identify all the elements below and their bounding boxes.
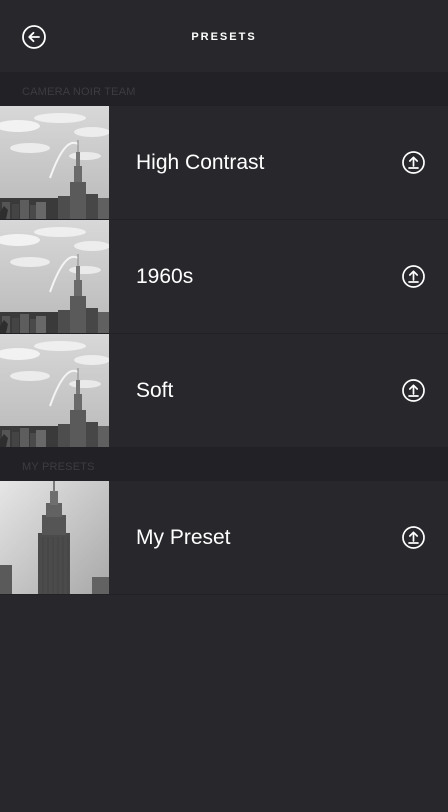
upload-circle-icon	[402, 526, 425, 549]
upload-preset-button[interactable]	[401, 264, 426, 289]
presets-screen: PRESETS CAMERA NOIR TEAM High Contrast 1…	[0, 0, 448, 812]
preset-row-high-contrast[interactable]: High Contrast	[0, 106, 448, 220]
preset-row-1960s[interactable]: 1960s	[0, 220, 448, 334]
preset-thumbnail	[0, 481, 109, 594]
upload-circle-icon	[402, 379, 425, 402]
upload-preset-button[interactable]	[401, 150, 426, 175]
section-header-my-presets: MY PRESETS	[0, 448, 448, 481]
section-header-team: CAMERA NOIR TEAM	[0, 73, 448, 106]
preset-row-soft[interactable]: Soft	[0, 334, 448, 448]
preset-thumbnail	[0, 220, 109, 333]
preset-label: Soft	[136, 379, 174, 402]
preset-label: 1960s	[136, 265, 194, 288]
page-title: PRESETS	[191, 31, 257, 43]
upload-preset-button[interactable]	[401, 378, 426, 403]
preset-label: My Preset	[136, 526, 231, 549]
top-bar: PRESETS	[0, 0, 448, 73]
preset-thumbnail	[0, 106, 109, 219]
preset-label: High Contrast	[136, 151, 265, 174]
preset-row-my-preset[interactable]: My Preset	[0, 481, 448, 595]
upload-circle-icon	[402, 151, 425, 174]
upload-preset-button[interactable]	[401, 525, 426, 550]
preset-thumbnail	[0, 334, 109, 447]
upload-circle-icon	[402, 265, 425, 288]
